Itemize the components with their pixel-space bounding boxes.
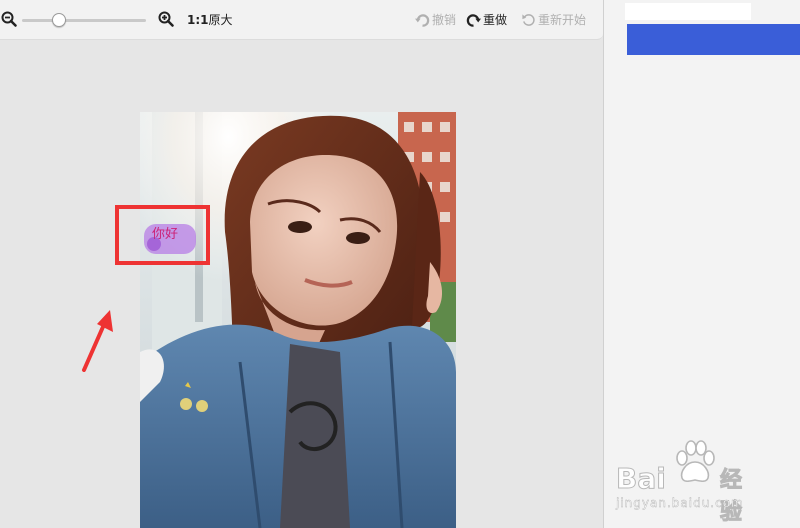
zoom-in-icon[interactable] (158, 11, 174, 27)
redo-icon (466, 13, 481, 27)
sidebar-input-field[interactable] (625, 3, 751, 20)
sidebar-primary-button[interactable] (627, 24, 800, 55)
watermark-url: jingyan.baidu.com (616, 496, 744, 510)
baidu-jingyan-watermark: Bai 经验 jingyan.baidu.com (612, 440, 762, 526)
photo-editor: 1:1原大 撤销 重做 重新开始 你好 (0, 0, 604, 528)
zoom-reset-label: 原大 (208, 13, 233, 27)
paw-icon (676, 440, 715, 483)
restart-button[interactable]: 重新开始 (521, 11, 586, 29)
redo-button[interactable]: 重做 (466, 11, 507, 29)
editor-toolbar: 1:1原大 撤销 重做 重新开始 (0, 0, 603, 40)
watermark-product: 经验 (720, 468, 743, 526)
portrait-photo[interactable] (140, 112, 456, 528)
undo-icon (415, 13, 430, 27)
restart-label: 重新开始 (538, 13, 587, 27)
zoom-slider-track (22, 19, 146, 22)
undo-label: 撤销 (432, 13, 457, 27)
annotation-arrow-icon (82, 310, 113, 372)
zoom-slider[interactable] (22, 12, 146, 28)
undo-button[interactable]: 撤销 (415, 11, 456, 29)
zoom-reset-button[interactable]: 1:1原大 (187, 12, 233, 28)
redo-label: 重做 (483, 13, 508, 27)
annotation-highlight-box (115, 205, 210, 265)
watermark-brand: Bai (616, 462, 667, 496)
zoom-ratio: 1:1 (187, 13, 209, 27)
restart-icon (522, 13, 535, 26)
zoom-slider-thumb[interactable] (52, 13, 67, 27)
zoom-out-icon[interactable] (1, 11, 17, 27)
